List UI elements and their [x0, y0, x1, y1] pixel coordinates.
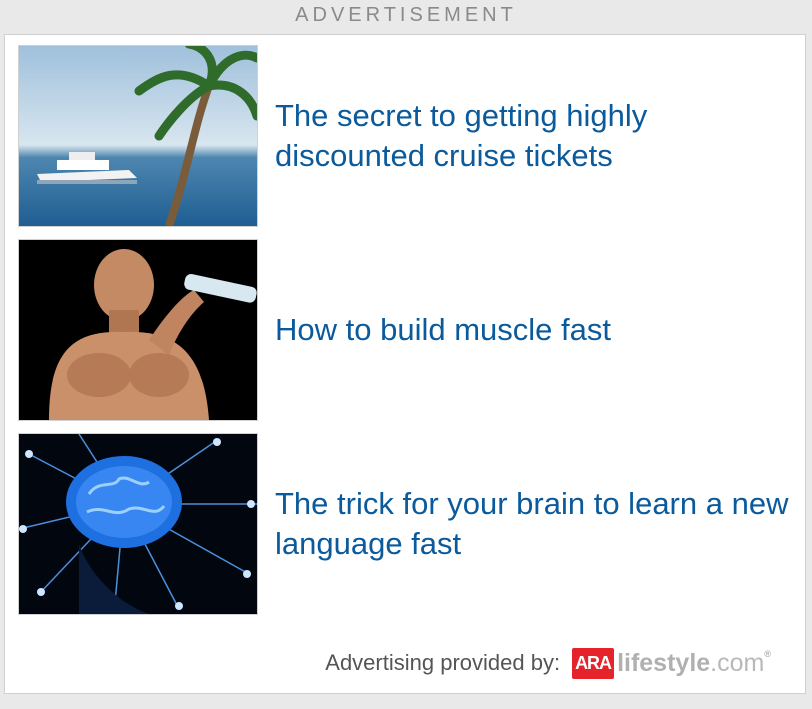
- ad-title-link[interactable]: How to build muscle fast: [275, 310, 611, 350]
- ad-title-link[interactable]: The trick for your brain to learn a new …: [275, 484, 795, 564]
- ad-item-muscle[interactable]: How to build muscle fast: [18, 239, 798, 421]
- registered-mark: ®: [764, 649, 771, 659]
- ad-panel: The secret to getting highly discounted …: [4, 34, 806, 694]
- ara-logo-mark: ARA: [572, 647, 615, 679]
- ad-item-cruise[interactable]: The secret to getting highly discounted …: [18, 45, 798, 227]
- advertisement-label: ADVERTISEMENT: [295, 4, 517, 26]
- ad-item-brain[interactable]: The trick for your brain to learn a new …: [18, 433, 798, 615]
- aralifestyle-logo[interactable]: ARA lifestyle .com ®: [572, 646, 771, 680]
- glowing-brain-image[interactable]: [18, 433, 258, 615]
- lifestyle-logo-text: lifestyle: [617, 648, 711, 677]
- cruise-ship-image[interactable]: [18, 45, 258, 227]
- com-logo-text: .com: [710, 648, 765, 677]
- ad-title-link[interactable]: The secret to getting highly discounted …: [275, 96, 795, 176]
- muscle-man-image[interactable]: [18, 239, 258, 421]
- provided-by-text: Advertising provided by:: [325, 650, 561, 675]
- ad-footer: Advertising provided by: ARA lifestyle .…: [5, 641, 805, 685]
